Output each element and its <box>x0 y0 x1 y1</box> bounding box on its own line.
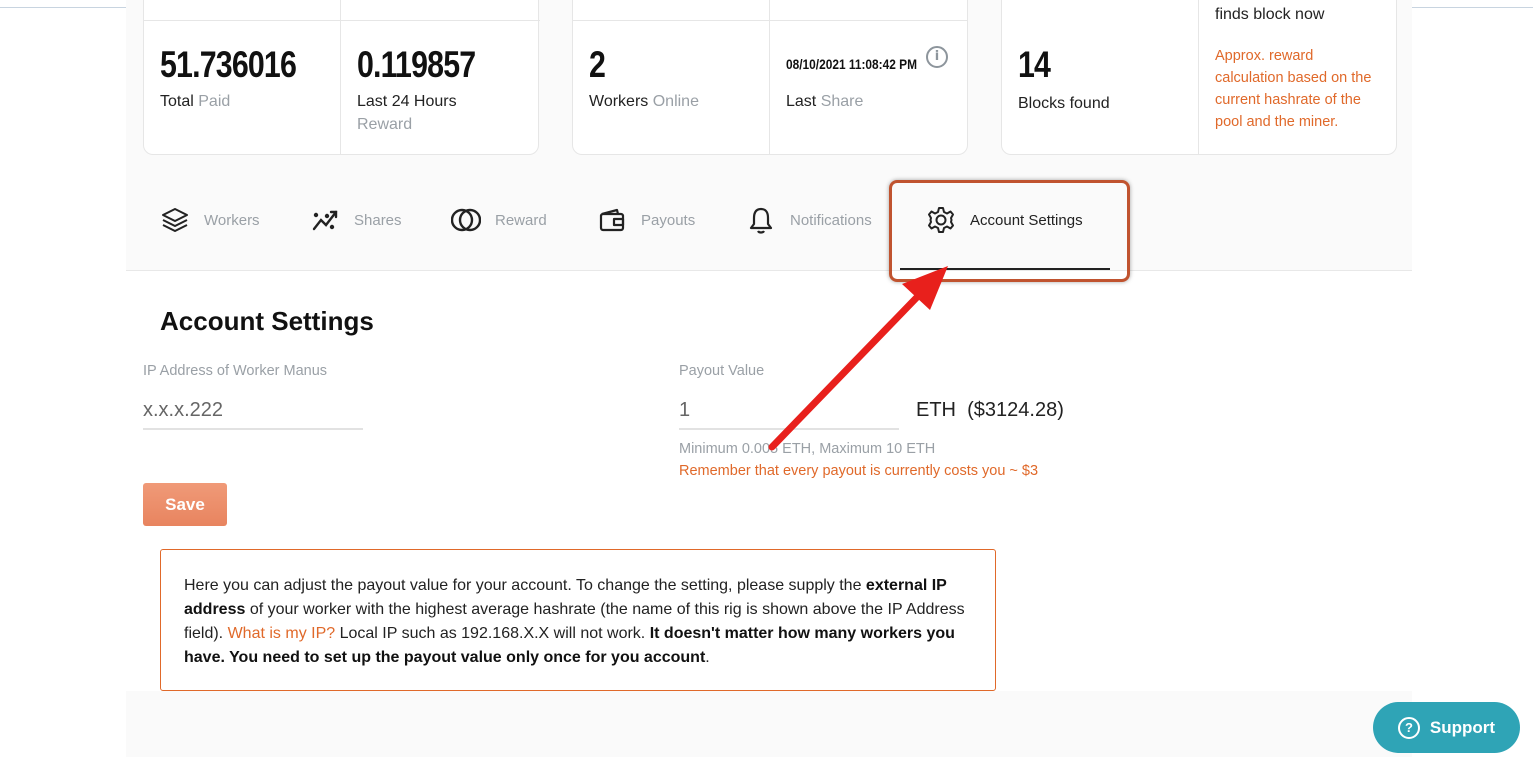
chart-trend-icon <box>312 210 338 231</box>
tab-payouts[interactable]: Payouts <box>597 205 695 235</box>
support-label: Support <box>1429 717 1496 737</box>
wallet-icon <box>599 208 625 232</box>
last24-label-text: Last 24 Hours <box>357 93 457 110</box>
total-paid-label-muted: Paid <box>198 93 231 110</box>
last24-label: Last 24 Hours Reward <box>357 90 501 136</box>
workers-value: 2 <box>589 44 606 85</box>
last24-label-muted: Reward <box>357 116 413 133</box>
tab-workers[interactable]: Workers <box>160 205 260 235</box>
workers-label-muted: Online <box>652 93 699 110</box>
stat-blocks: 14 Blocks found <box>1018 44 1110 115</box>
tab-label: Reward <box>495 211 547 229</box>
coins-icon <box>451 208 481 232</box>
ip-address-label: IP Address of Worker Manus <box>143 363 328 379</box>
usd-value: ($3124.28) <box>967 399 1064 421</box>
last-share-label-muted: Share <box>820 93 864 110</box>
page-title: Account Settings <box>160 306 374 336</box>
card-divider <box>769 0 770 154</box>
tab-label: Shares <box>354 211 402 229</box>
payout-cost-warning: Remember that every payout is currently … <box>679 463 1039 479</box>
tab-label: Workers <box>204 211 260 229</box>
tab-reward[interactable]: Reward <box>451 205 547 235</box>
approx-reward-note: Approx. reward calculation based on the … <box>1215 48 1372 130</box>
tab-shares[interactable]: Shares <box>310 205 402 235</box>
payout-value-label: Payout Value <box>679 363 765 379</box>
total-paid-label-text: Total <box>160 93 194 110</box>
save-button[interactable]: Save <box>143 483 227 526</box>
last-share-label-text: Last <box>786 93 817 110</box>
stat-last24: 0.119857 Last 24 Hours Reward <box>357 44 501 136</box>
total-paid-label: Total Paid <box>160 90 326 113</box>
tabs-bottom-border <box>126 270 1412 271</box>
blocks-label: Blocks found <box>1018 95 1110 112</box>
stat-workers: 2 Workers Online <box>589 44 699 113</box>
tab-notifications[interactable]: Notifications <box>746 205 872 235</box>
card-divider <box>1198 0 1199 154</box>
ip-address-input[interactable] <box>143 399 363 430</box>
last-share-label: Last Share <box>786 90 940 113</box>
total-paid-value: 51.736016 <box>160 44 297 85</box>
tab-label: Payouts <box>641 211 696 229</box>
currency-label: ETH <box>916 399 956 421</box>
card-divider <box>144 20 540 21</box>
last-share-value: 08/10/2021 11:08:42 PM <box>786 56 918 72</box>
blocks-value: 14 <box>1018 44 1051 85</box>
stat-total-paid: 51.736016 Total Paid <box>160 44 326 113</box>
what-is-my-ip-link[interactable]: What is my IP? <box>228 625 336 642</box>
workers-label-text: Workers <box>589 93 649 110</box>
workers-label: Workers Online <box>589 90 699 113</box>
info-notice: Here you can adjust the payout value for… <box>160 549 996 691</box>
notice-text: Here you can adjust the payout value for… <box>184 577 866 594</box>
last24-value: 0.119857 <box>357 44 476 85</box>
card-divider <box>573 20 967 21</box>
tab-label: Notifications <box>790 211 872 229</box>
notice-text: Local IP such as 192.168.X.X will not wo… <box>335 625 650 642</box>
card-divider <box>340 0 341 154</box>
finds-block-text: finds block now <box>1215 6 1325 23</box>
notice-text: . <box>705 649 710 666</box>
payout-currency: ETH ($3124.28) <box>916 399 1064 422</box>
payout-value-input[interactable] <box>679 399 899 430</box>
annotation-highlight-box <box>889 180 1130 282</box>
bell-icon <box>749 207 773 234</box>
layers-icon <box>162 208 188 232</box>
payout-limits-hint: Minimum 0.005 ETH, Maximum 10 ETH <box>679 441 936 457</box>
info-icon[interactable]: i <box>926 46 948 68</box>
question-icon: ? <box>1397 716 1420 739</box>
support-button[interactable]: ? Support <box>1373 702 1520 753</box>
stat-last-share: 08/10/2021 11:08:42 PM Last Share <box>786 56 940 113</box>
